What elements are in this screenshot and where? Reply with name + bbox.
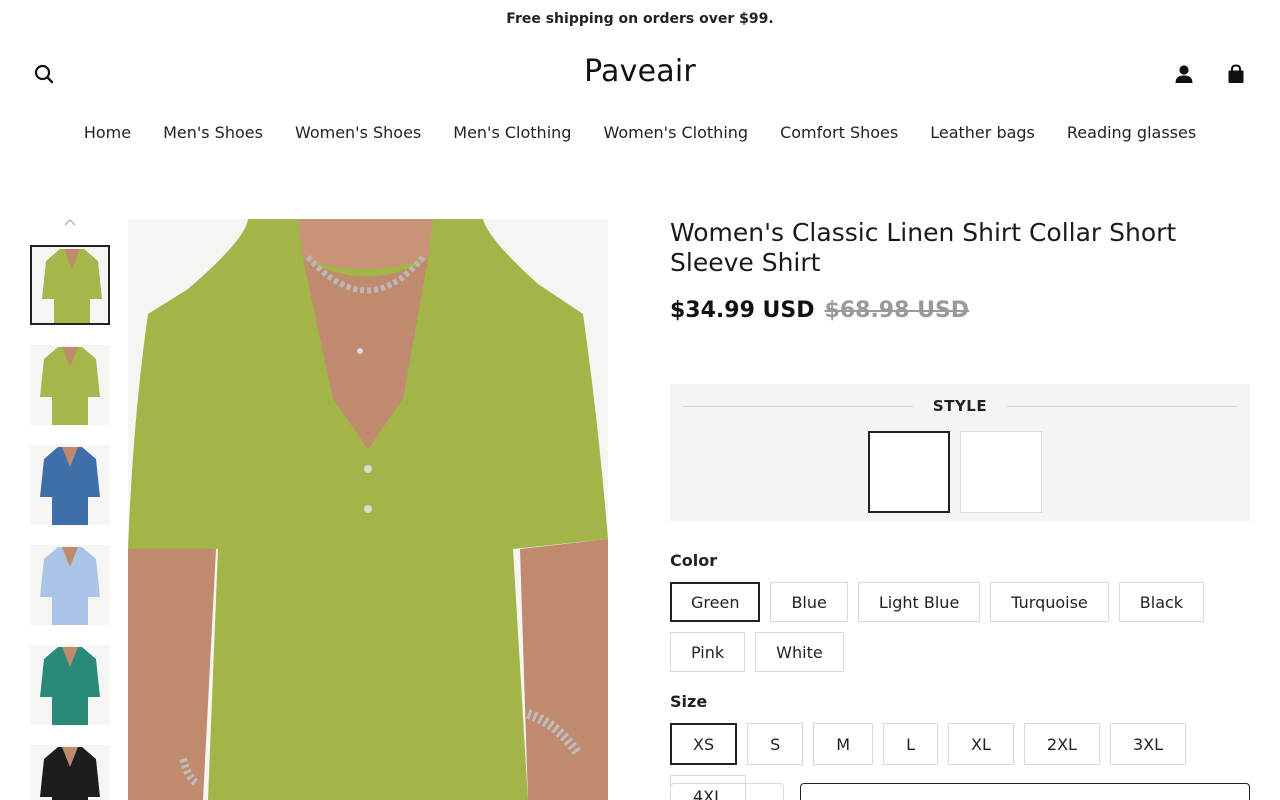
product-thumbnail[interactable] xyxy=(30,445,110,525)
product-thumbnail[interactable] xyxy=(30,345,110,425)
nav-item-reading-glasses[interactable]: Reading glasses xyxy=(1067,118,1196,148)
nav-item-womens-clothing[interactable]: Women's Clothing xyxy=(603,118,748,148)
nav-item-womens-shoes[interactable]: Women's Shoes xyxy=(295,118,421,148)
nav-item-comfort-shoes[interactable]: Comfort Shoes xyxy=(780,118,898,148)
style-label: STYLE xyxy=(932,397,988,415)
product-thumbnail[interactable] xyxy=(30,645,110,725)
add-to-cart-button[interactable] xyxy=(800,783,1250,800)
announcement-text: Free shipping on orders over $99. xyxy=(506,11,774,27)
main-product-image[interactable] xyxy=(128,219,608,800)
style-option[interactable] xyxy=(868,431,950,513)
main-navigation: Home Men's Shoes Women's Shoes Men's Clo… xyxy=(0,118,1280,148)
color-option[interactable]: Blue xyxy=(770,582,848,622)
product-info: Women's Classic Linen Shirt Collar Short… xyxy=(670,218,1250,800)
divider xyxy=(682,405,913,407)
account-icon[interactable] xyxy=(1170,60,1198,88)
sale-price: $34.99 USD xyxy=(670,298,815,323)
color-option[interactable]: Pink xyxy=(670,632,746,672)
nav-item-home[interactable]: Home xyxy=(84,118,131,148)
size-option[interactable]: 3XL xyxy=(1109,723,1187,765)
color-label: Color xyxy=(670,551,718,570)
divider xyxy=(1007,405,1239,407)
chevron-up-icon[interactable] xyxy=(64,218,76,230)
price-row: $34.99 USD $68.98 USD xyxy=(670,298,1250,323)
color-option[interactable]: White xyxy=(755,632,844,672)
quantity-stepper[interactable] xyxy=(670,783,784,800)
announcement-bar: Free shipping on orders over $99. xyxy=(0,0,1280,38)
style-heading: STYLE xyxy=(682,396,1239,416)
color-options: Green Blue Light Blue Turquoise Black Pink Whi… xyxy=(670,582,1230,672)
product-thumbnail[interactable] xyxy=(30,245,110,325)
size-option[interactable]: XL xyxy=(948,723,1014,765)
site-header: Paveair xyxy=(0,48,1280,100)
cart-icon[interactable] xyxy=(1222,60,1250,88)
compare-price: $68.98 USD xyxy=(824,298,970,323)
size-option[interactable]: S xyxy=(747,723,804,765)
style-selector: STYLE xyxy=(670,384,1250,521)
color-option[interactable]: Green xyxy=(670,582,761,622)
size-option[interactable]: 2XL xyxy=(1023,723,1100,765)
product-thumbnail[interactable] xyxy=(30,745,110,800)
size-option[interactable]: L xyxy=(883,723,939,765)
nav-item-leather-bags[interactable]: Leather bags xyxy=(930,118,1035,148)
site-logo[interactable]: Paveair xyxy=(0,54,1280,89)
color-option[interactable]: Light Blue xyxy=(857,582,981,622)
size-label: Size xyxy=(670,692,708,711)
product-title: Women's Classic Linen Shirt Collar Short… xyxy=(670,218,1177,277)
color-option[interactable]: Black xyxy=(1118,582,1205,622)
size-option[interactable]: M xyxy=(813,723,874,765)
nav-item-mens-shoes[interactable]: Men's Shoes xyxy=(163,118,263,148)
style-option[interactable] xyxy=(960,431,1042,513)
color-option[interactable]: Turquoise xyxy=(990,582,1109,622)
product-thumbnail[interactable] xyxy=(30,545,110,625)
nav-item-mens-clothing[interactable]: Men's Clothing xyxy=(453,118,571,148)
size-option[interactable]: XS xyxy=(670,723,738,765)
